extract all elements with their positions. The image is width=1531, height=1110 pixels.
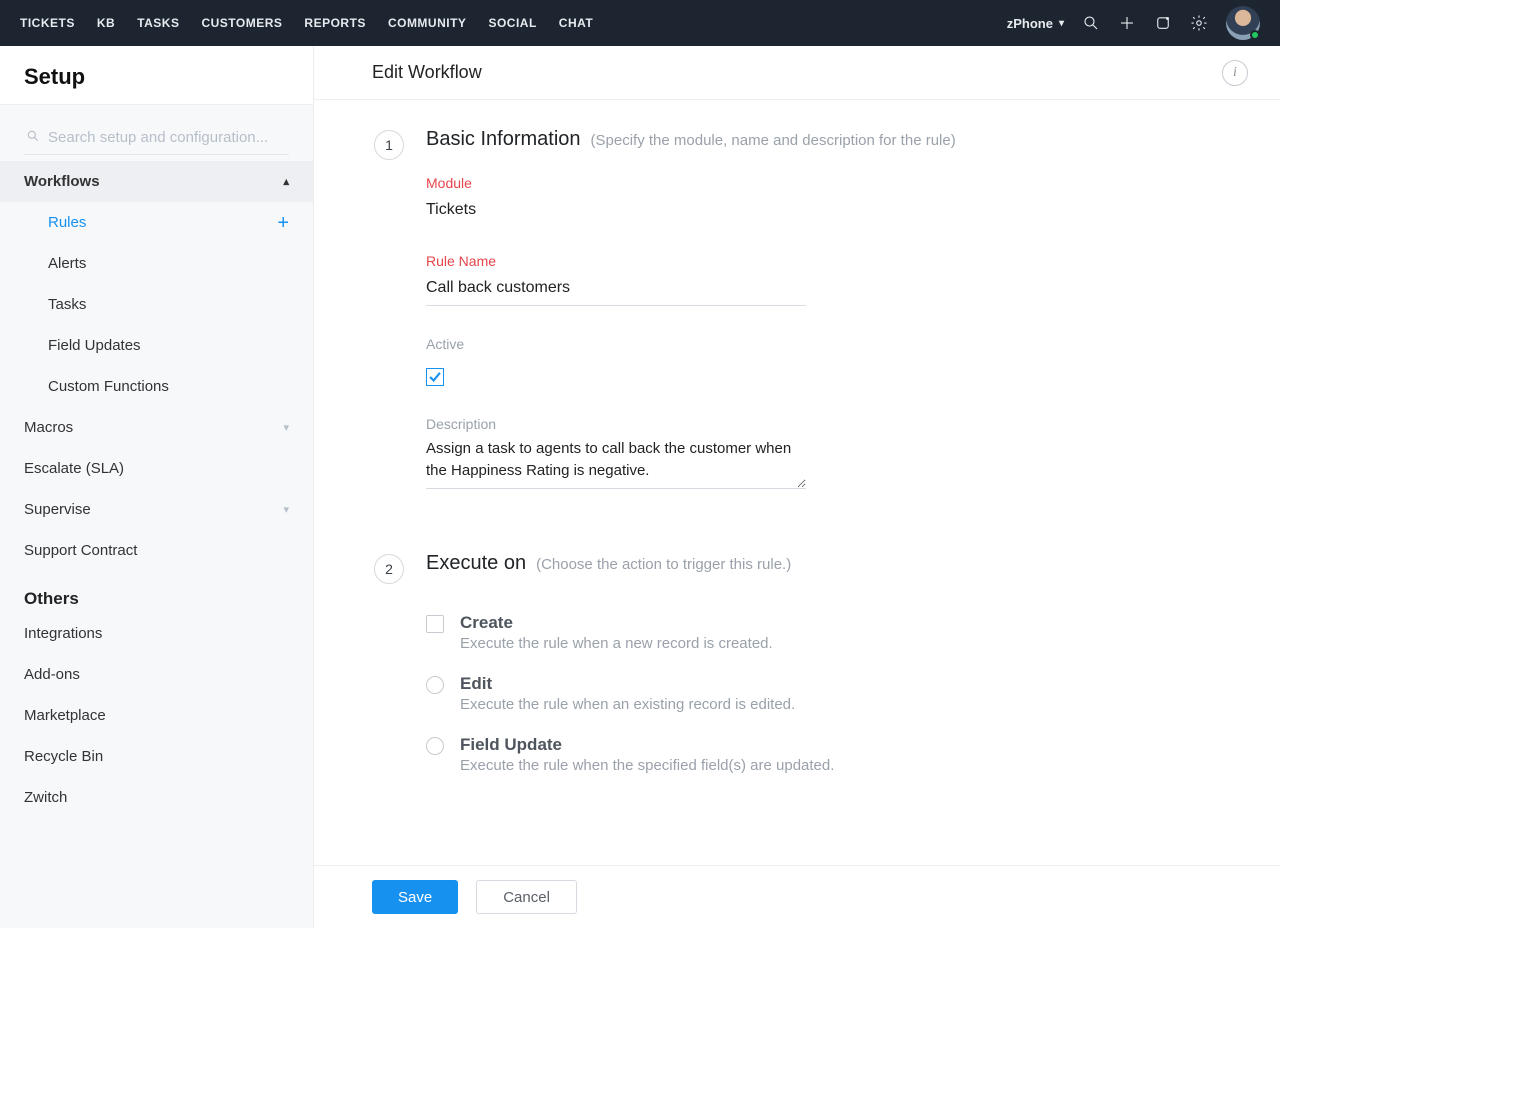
sidebar-search-input[interactable]	[48, 129, 287, 146]
option-title: Create	[460, 613, 773, 633]
sidebar-label: Macros	[24, 419, 73, 436]
sidebar-item-alerts[interactable]: Alerts	[0, 243, 313, 284]
topbar-tools: zPhone ▾	[1007, 6, 1260, 40]
settings-icon[interactable]	[1190, 14, 1208, 32]
sidebar-item-tasks[interactable]: Tasks	[0, 284, 313, 325]
step-execute-on: 2 Execute on (Choose the action to trigg…	[374, 552, 1220, 796]
page-title: Edit Workflow	[372, 62, 482, 83]
sidebar-item-zwitch[interactable]: Zwitch	[0, 777, 313, 818]
module-value: Tickets	[426, 197, 846, 223]
caret-up-icon: ▴	[283, 175, 289, 188]
step-title: Basic Information	[426, 128, 581, 151]
search-icon	[26, 129, 40, 146]
description-textarea[interactable]	[426, 438, 806, 489]
option-desc: Execute the rule when a new record is cr…	[460, 635, 773, 652]
sidebar-label: Marketplace	[24, 707, 106, 724]
sidebar-label: Escalate (SLA)	[24, 460, 124, 477]
sidebar-label: Custom Functions	[48, 378, 169, 395]
form-footer: Save Cancel	[314, 865, 1280, 928]
page-header: Edit Workflow i	[314, 46, 1280, 100]
form-body: 1 Basic Information (Specify the module,…	[314, 100, 1280, 865]
sidebar-label: Supervise	[24, 501, 91, 518]
nav-chat[interactable]: CHAT	[559, 16, 593, 30]
step-hint: (Choose the action to trigger this rule.…	[536, 556, 791, 573]
topbar: TICKETS KB TASKS CUSTOMERS REPORTS COMMU…	[0, 0, 1280, 46]
field-description: Description	[426, 416, 846, 492]
sidebar-item-field-updates[interactable]: Field Updates	[0, 325, 313, 366]
step-hint: (Specify the module, name and descriptio…	[591, 132, 956, 149]
sidebar-label: Field Updates	[48, 337, 141, 354]
sidebar-item-integrations[interactable]: Integrations	[0, 613, 313, 654]
step-number: 2	[374, 554, 404, 584]
sidebar-item-support-contract[interactable]: Support Contract	[0, 530, 313, 571]
step-title: Execute on	[426, 552, 526, 575]
notification-icon[interactable]	[1154, 14, 1172, 32]
sidebar: Setup Workflows ▴ Rules + Alerts	[0, 46, 314, 928]
avatar[interactable]	[1226, 6, 1260, 40]
option-desc: Execute the rule when an existing record…	[460, 696, 795, 713]
nav-social[interactable]: SOCIAL	[488, 16, 536, 30]
portal-name: zPhone	[1007, 16, 1053, 31]
radio-icon[interactable]	[426, 676, 444, 694]
sidebar-item-marketplace[interactable]: Marketplace	[0, 695, 313, 736]
sidebar-item-macros[interactable]: Macros ▾	[0, 407, 313, 448]
main: Edit Workflow i 1 Basic Information (Spe…	[314, 46, 1280, 928]
top-nav: TICKETS KB TASKS CUSTOMERS REPORTS COMMU…	[20, 16, 1007, 30]
portal-switcher[interactable]: zPhone ▾	[1007, 16, 1064, 31]
field-rule-name: Rule Name	[426, 253, 846, 306]
caret-down-icon: ▾	[283, 503, 289, 516]
cancel-button[interactable]: Cancel	[476, 880, 577, 914]
sidebar-label: Rules	[48, 214, 86, 231]
field-label: Module	[426, 175, 846, 191]
save-button[interactable]: Save	[372, 880, 458, 914]
chevron-down-icon: ▾	[1059, 18, 1064, 29]
checkbox-icon[interactable]	[426, 615, 444, 633]
field-active: Active	[426, 336, 846, 386]
sidebar-label: Zwitch	[24, 789, 67, 806]
sidebar-item-recycle-bin[interactable]: Recycle Bin	[0, 736, 313, 777]
sidebar-label: Alerts	[48, 255, 86, 272]
execute-option-create[interactable]: Create Execute the rule when a new recor…	[426, 613, 1220, 652]
execute-option-edit[interactable]: Edit Execute the rule when an existing r…	[426, 674, 1220, 713]
info-icon[interactable]: i	[1222, 60, 1248, 86]
nav-customers[interactable]: CUSTOMERS	[201, 16, 282, 30]
field-label: Description	[426, 416, 846, 432]
nav-tickets[interactable]: TICKETS	[20, 16, 75, 30]
execute-option-field-update[interactable]: Field Update Execute the rule when the s…	[426, 735, 1220, 774]
field-label: Rule Name	[426, 253, 846, 269]
sidebar-heading: Setup	[0, 46, 313, 105]
nav-reports[interactable]: REPORTS	[304, 16, 366, 30]
option-title: Field Update	[460, 735, 834, 755]
sidebar-item-addons[interactable]: Add-ons	[0, 654, 313, 695]
sidebar-label: Tasks	[48, 296, 86, 313]
field-module: Module Tickets	[426, 175, 846, 223]
sidebar-section-others: Others	[0, 571, 313, 613]
sidebar-item-supervise[interactable]: Supervise ▾	[0, 489, 313, 530]
step-number: 1	[374, 130, 404, 160]
sidebar-item-rules[interactable]: Rules +	[0, 202, 313, 243]
sidebar-label: Integrations	[24, 625, 102, 642]
sidebar-item-workflows[interactable]: Workflows ▴	[0, 161, 313, 202]
sidebar-label: Workflows	[24, 173, 100, 190]
sidebar-label: Support Contract	[24, 542, 137, 559]
sidebar-label: Recycle Bin	[24, 748, 103, 765]
option-title: Edit	[460, 674, 795, 694]
nav-tasks[interactable]: TASKS	[137, 16, 179, 30]
sidebar-item-custom-functions[interactable]: Custom Functions	[0, 366, 313, 407]
sidebar-item-escalate[interactable]: Escalate (SLA)	[0, 448, 313, 489]
active-checkbox[interactable]	[426, 368, 444, 386]
caret-down-icon: ▾	[283, 421, 289, 434]
nav-kb[interactable]: KB	[97, 16, 115, 30]
radio-icon[interactable]	[426, 737, 444, 755]
presence-online-icon	[1250, 30, 1260, 40]
sidebar-search[interactable]	[24, 125, 289, 155]
nav-community[interactable]: COMMUNITY	[388, 16, 467, 30]
sidebar-label: Add-ons	[24, 666, 80, 683]
step-basic-info: 1 Basic Information (Specify the module,…	[374, 128, 1220, 522]
option-desc: Execute the rule when the specified fiel…	[460, 757, 834, 774]
rule-name-input[interactable]	[426, 275, 806, 306]
search-icon[interactable]	[1082, 14, 1100, 32]
field-label: Active	[426, 336, 846, 352]
add-icon[interactable]	[1118, 14, 1136, 32]
